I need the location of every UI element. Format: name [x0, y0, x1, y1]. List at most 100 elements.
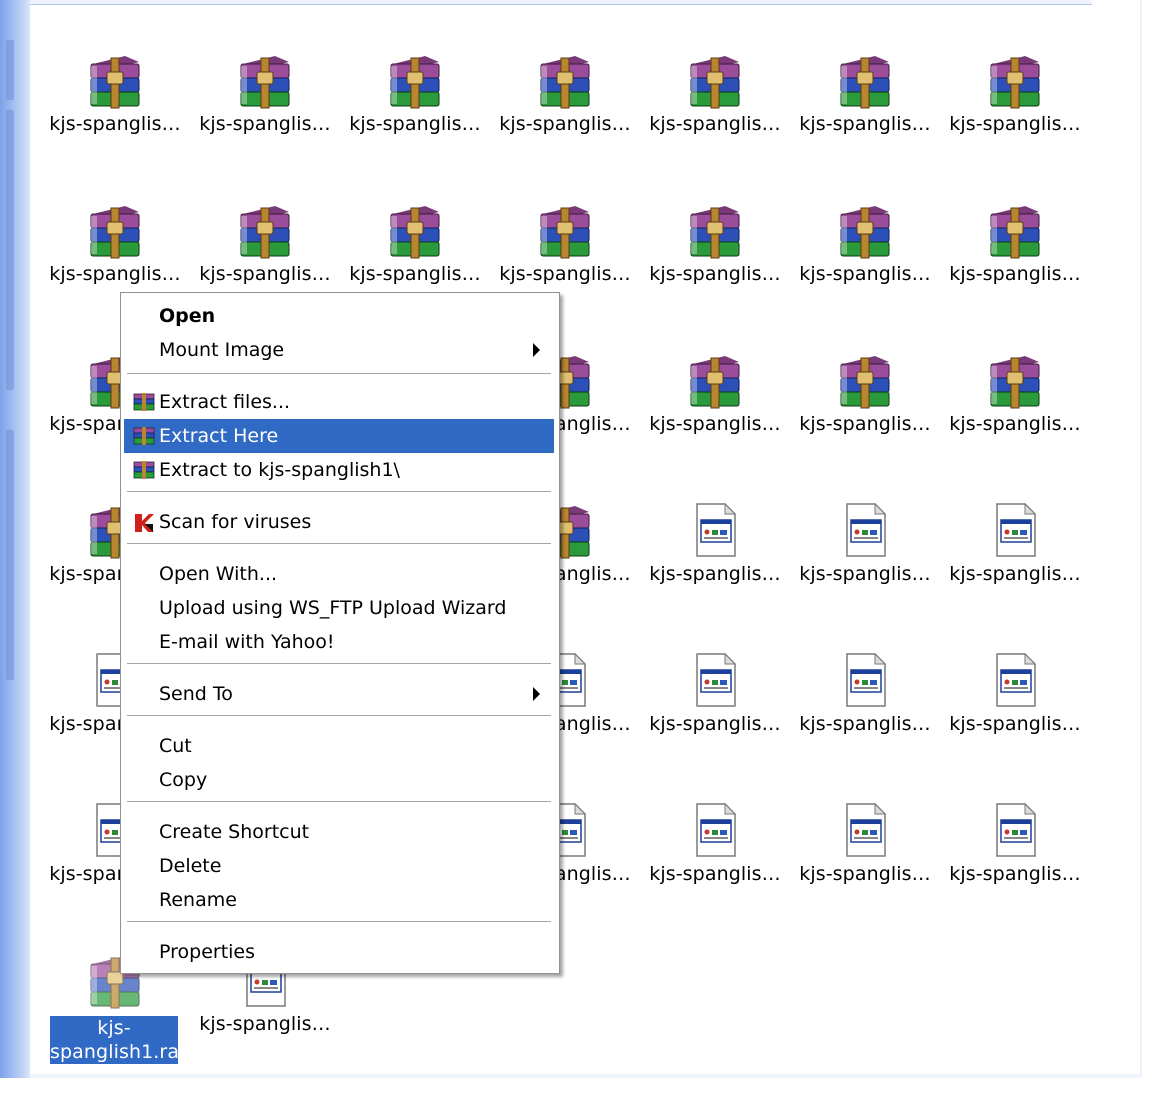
menu-item-extract-to-kjs-spanglish1[interactable]: Extract to kjs-spanglish1\	[124, 453, 554, 487]
html-document-icon	[685, 650, 745, 710]
file-name-label: kjs-spanglis…	[949, 563, 1081, 585]
menu-item-label: Delete	[159, 855, 222, 877]
rar-file-item[interactable]: kjs-spanglis…	[940, 350, 1090, 500]
menu-item-label: Create Shortcut	[159, 821, 310, 843]
menu-separator	[127, 491, 551, 493]
html-file-item[interactable]: kjs-spanglis…	[790, 650, 940, 800]
rar-file-item[interactable]: kjs-spanglis…	[790, 200, 940, 350]
winrar-archive-icon	[835, 200, 895, 260]
rar-file-item[interactable]: kjs-spanglis…	[340, 50, 490, 200]
file-name-label: kjs-spanglis…	[649, 863, 781, 885]
menu-scan-viruses[interactable]: Scan for viruses	[124, 505, 554, 539]
file-name-label: kjs-spanglis…	[649, 563, 781, 585]
menu-separator	[127, 921, 551, 923]
left-pane-segment	[6, 110, 14, 390]
winrar-archive-icon	[835, 50, 895, 110]
rar-file-item[interactable]: kjs-spanglis…	[640, 50, 790, 200]
menu-send-to[interactable]: Send To	[124, 677, 554, 711]
html-file-item[interactable]: kjs-spanglis…	[940, 650, 1090, 800]
html-document-icon	[835, 650, 895, 710]
file-name-label: kjs-spanglis…	[499, 113, 631, 135]
menu-mount-image[interactable]: Mount Image	[124, 333, 554, 367]
rar-file-item[interactable]: kjs-spanglis…	[40, 50, 190, 200]
file-name-label: kjs-spanglis…	[799, 713, 931, 735]
rar-file-item[interactable]: kjs-spanglis…	[790, 50, 940, 200]
kaspersky-icon	[133, 512, 155, 532]
rar-file-item[interactable]: kjs-spanglis…	[490, 50, 640, 200]
winrar-archive-icon	[385, 50, 445, 110]
file-name-label: kjs-spanglis…	[349, 263, 481, 285]
menu-item-label: Mount Image	[159, 339, 285, 361]
html-file-item[interactable]: kjs-spanglis…	[790, 500, 940, 650]
html-file-item[interactable]: kjs-spanglis…	[940, 500, 1090, 650]
file-name-label: kjs-spanglis…	[799, 263, 931, 285]
file-name-label: kjs-spanglis…	[649, 713, 781, 735]
file-name-label: kjs-spanglis…	[949, 263, 1081, 285]
winrar-archive-icon	[235, 50, 295, 110]
menu-item-label: Open	[159, 305, 216, 327]
file-name-label: kjs-spanglis…	[199, 113, 331, 135]
menu-copy[interactable]: Copy	[124, 763, 554, 797]
menu-separator	[127, 715, 551, 717]
context-menu: Open Mount Image Extract files... Extract H…	[120, 292, 560, 974]
rar-file-item[interactable]: kjs-spanglis…	[940, 50, 1090, 200]
menu-create-shortcut[interactable]: Create Shortcut	[124, 815, 554, 849]
winrar-icon	[133, 460, 155, 480]
menu-email-yahoo[interactable]: E-mail with Yahoo!	[124, 625, 554, 659]
menu-separator	[127, 801, 551, 803]
file-name-label: kjs-spanglis…	[649, 263, 781, 285]
menu-item-label: Scan for viruses	[159, 511, 312, 533]
menu-upload-wsftp[interactable]: Upload using WS_FTP Upload Wizard	[124, 591, 554, 625]
menu-properties[interactable]: Properties	[124, 935, 554, 969]
right-border	[1140, 0, 1142, 1078]
menu-item-label: Cut	[159, 735, 192, 757]
winrar-icon	[133, 392, 155, 412]
menu-extract-here[interactable]: Extract Here	[124, 419, 554, 453]
file-name-label: kjs-spanglis…	[799, 563, 931, 585]
rar-file-item[interactable]: kjs-spanglis…	[190, 50, 340, 200]
selected-file-name-label: kjs-spanglish1.rar	[50, 1016, 187, 1064]
winrar-archive-icon	[685, 200, 745, 260]
winrar-archive-icon	[535, 50, 595, 110]
html-file-item[interactable]: kjs-spanglis…	[640, 800, 790, 950]
left-pane-segment	[6, 40, 14, 100]
file-name-label: kjs-spanglis…	[799, 863, 931, 885]
winrar-archive-icon	[535, 200, 595, 260]
html-file-item[interactable]: kjs-spanglis…	[640, 650, 790, 800]
file-name-label: kjs-spanglis…	[649, 113, 781, 135]
html-document-icon	[835, 500, 895, 560]
rar-file-item[interactable]: kjs-spanglis…	[640, 350, 790, 500]
menu-separator	[127, 373, 551, 375]
menu-open[interactable]: Open	[124, 299, 554, 333]
html-file-item[interactable]: kjs-spanglis…	[640, 500, 790, 650]
winrar-archive-icon	[85, 50, 145, 110]
rar-file-item[interactable]: kjs-spanglis…	[940, 200, 1090, 350]
file-name-label: kjs-spanglis…	[49, 113, 181, 135]
file-name-label: kjs-spanglis…	[49, 263, 181, 285]
left-pane-edge	[0, 0, 30, 1078]
menu-item-label: Extract files...	[159, 391, 291, 413]
menu-item-label: Upload using WS_FTP Upload Wizard	[159, 597, 507, 619]
submenu-arrow-icon	[533, 343, 540, 357]
winrar-archive-icon	[985, 350, 1045, 410]
menu-item-label: E-mail with Yahoo!	[159, 631, 335, 653]
html-document-icon	[685, 800, 745, 860]
rar-file-item[interactable]: kjs-spanglis…	[790, 350, 940, 500]
menu-delete[interactable]: Delete	[124, 849, 554, 883]
menu-open-with[interactable]: Open With...	[124, 557, 554, 591]
html-file-item[interactable]: kjs-spanglis…	[940, 800, 1090, 950]
file-name-label: kjs-spanglis…	[949, 713, 1081, 735]
menu-item-label: Rename	[159, 889, 237, 911]
menu-item-label: Open With...	[159, 563, 278, 585]
left-pane-segment	[6, 430, 14, 680]
rar-file-item[interactable]: kjs-spanglis…	[640, 200, 790, 350]
file-name-label: kjs-spanglis…	[199, 263, 331, 285]
file-name-label: kjs-spanglis…	[499, 263, 631, 285]
menu-cut[interactable]: Cut	[124, 729, 554, 763]
file-name-label: kjs-spanglis…	[949, 863, 1081, 885]
menu-item-label: Extract to kjs-spanglish1\	[159, 459, 400, 481]
menu-extract-files[interactable]: Extract files...	[124, 385, 554, 419]
menu-rename[interactable]: Rename	[124, 883, 554, 917]
html-file-item[interactable]: kjs-spanglis…	[790, 800, 940, 950]
winrar-archive-icon	[235, 200, 295, 260]
